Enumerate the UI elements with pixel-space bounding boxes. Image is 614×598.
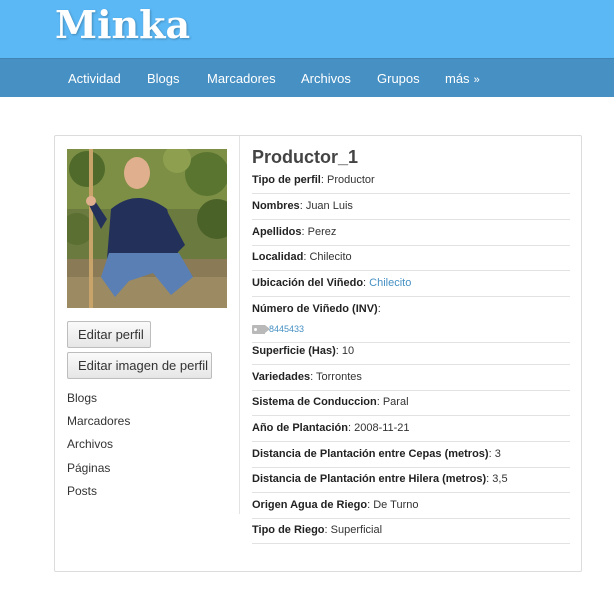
field-label: Nombres [252,200,300,212]
nav-item-archivos[interactable]: Archivos [301,71,351,86]
nav-item-mas-label: más [445,71,470,86]
profile-name: Productor_1 [252,147,359,167]
sidebar-link-archivos[interactable]: Archivos [67,437,113,451]
field-value: 3 [494,448,501,460]
field-ano-plantacion: Año de Plantación: 2008-11-21 [252,421,570,442]
site-header: Minka [0,0,614,58]
field-localidad: Localidad: Chilecito [252,250,570,271]
field-label: Localidad [252,251,304,263]
field-value: Perez [307,226,337,238]
field-label: Año de Plantación [252,422,348,434]
nav-item-blogs[interactable]: Blogs [147,71,180,86]
field-distancia-cepas: Distancia de Plantación entre Cepas (met… [252,447,570,468]
field-value: Torrontes [316,371,362,383]
tag-icon [252,324,270,334]
ubicacion-link[interactable]: Chilecito [369,277,411,289]
field-distancia-hilera: Distancia de Plantación entre Hilera (me… [252,472,570,493]
field-label: Distancia de Plantación entre Hilera (me… [252,473,487,485]
sidebar-link-blogs[interactable]: Blogs [67,391,97,405]
field-tipo-riego: Tipo de Riego: Superficial [252,523,570,544]
nav-item-actividad[interactable]: Actividad [68,71,121,86]
profile-photo-image [67,149,227,308]
field-value: 2008-11-21 [354,422,410,434]
field-label: Variedades [252,371,311,383]
field-label: Apellidos [252,226,302,238]
field-value: 3,5 [492,473,508,485]
tag-row: 8445433 [252,322,570,336]
sidebar-link-paginas[interactable]: Páginas [67,461,110,475]
field-label: Ubicación del Viñedo [252,277,364,289]
field-label: Sistema de Conduccion [252,396,377,408]
field-value: Productor [326,174,375,186]
field-value: 10 [341,345,355,357]
profile-card: Editar perfil Editar imagen de perfil Bl… [54,135,582,572]
field-sistema-conduccion: Sistema de Conduccion: Paral [252,395,570,416]
field-value: Superficial [330,524,383,536]
field-value: Juan Luis [305,200,353,212]
nav-item-marcadores[interactable]: Marcadores [207,71,276,86]
chevron-right-icon: » [473,74,480,86]
field-value: De Turno [373,499,419,511]
main-nav: Actividad Blogs Marcadores Archivos Grup… [0,58,614,97]
field-ubicacion-vinedo: Ubicación del Viñedo: Chilecito [252,276,570,297]
field-value: Chilecito [309,251,352,263]
field-value: Paral [382,396,409,408]
tag-link[interactable]: 8445433 [269,324,304,334]
field-label: Distancia de Plantación entre Cepas (met… [252,448,489,460]
nav-item-grupos[interactable]: Grupos [377,71,420,86]
field-nombres: Nombres: Juan Luis [252,199,570,220]
field-origen-agua: Origen Agua de Riego: De Turno [252,498,570,519]
column-divider [239,136,240,514]
field-label: Superficie (Has) [252,345,336,357]
field-label: Tipo de perfil [252,174,321,186]
field-label: Origen Agua de Riego [252,499,368,511]
site-title[interactable]: Minka [55,2,190,47]
field-superficie: Superficie (Has): 10 [252,344,570,365]
field-numero-vinedo: Número de Viñedo (INV): 8445433 [252,302,570,343]
field-tipo-de-perfil: Tipo de perfil: Productor [252,173,570,194]
field-apellidos: Apellidos: Perez [252,225,570,246]
profile-photo[interactable] [67,149,227,308]
field-variedades: Variedades: Torrontes [252,370,570,391]
field-label: Tipo de Riego [252,524,325,536]
nav-item-mas[interactable]: más» [445,71,480,86]
sidebar-link-posts[interactable]: Posts [67,484,97,498]
edit-profile-image-button[interactable]: Editar imagen de perfil [67,352,212,379]
field-label: Número de Viñedo (INV) [252,303,378,315]
edit-profile-button[interactable]: Editar perfil [67,321,151,348]
sidebar-link-marcadores[interactable]: Marcadores [67,414,130,428]
